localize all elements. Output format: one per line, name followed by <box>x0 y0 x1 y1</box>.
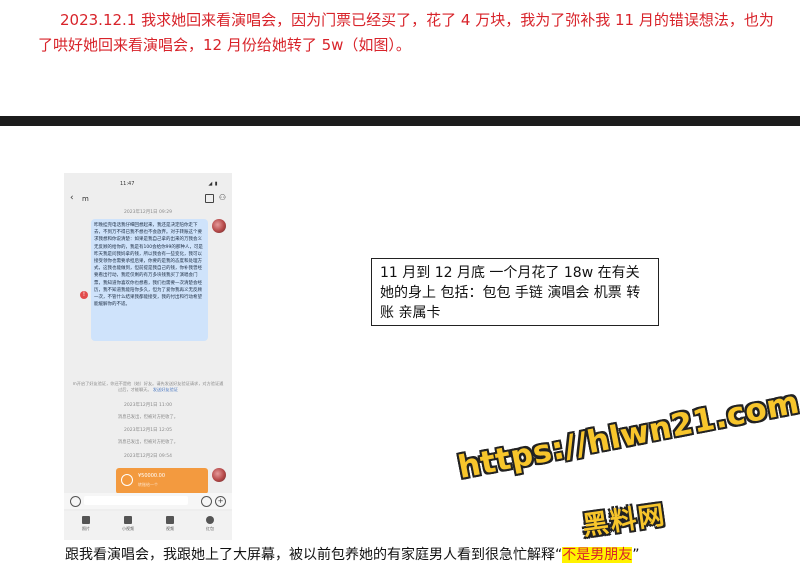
transfer-card[interactable]: ¥50000.00 转账给一个 <box>116 468 208 494</box>
tool-short-video[interactable]: 小视频 <box>116 516 140 532</box>
verify-notice: m开启了好友验证，你还不是他（她）好友。请先发送好友验证请求，对方验证通过后，才… <box>72 381 224 393</box>
sender-avatar[interactable] <box>212 219 226 233</box>
yuan-coin-icon <box>121 474 133 486</box>
video-clip-icon <box>124 516 132 524</box>
emoji-icon[interactable] <box>201 496 212 507</box>
transfer-amount: ¥50000.00 <box>138 473 166 479</box>
timestamp-4: 2023年12月2日 09:54 <box>124 454 172 459</box>
tool-photo[interactable]: 照片 <box>74 516 98 532</box>
message-input[interactable] <box>84 496 188 505</box>
signal-battery-icon: ◢ ▮ <box>208 181 218 187</box>
chat-screenshot: 11:47 ◢ ▮ ‹ m ⚇ 2023年12月1日 09:29 昨晚挂完电话我… <box>64 173 232 540</box>
status-time: 11:47 <box>120 181 135 187</box>
timestamp-3: 2023年12月1日 12:05 <box>124 428 172 433</box>
watermark-url: https://hlwn21.com <box>455 384 800 486</box>
watermark-site-name: 黑料网 <box>580 500 669 542</box>
spending-note-box: 11 月到 12 月底 一个月花了 18w 在有关她的身上 包括：包包 手链 演… <box>371 258 659 326</box>
caption-end-quote: ” <box>632 547 640 563</box>
chat-header: ‹ m ⚇ <box>64 191 232 207</box>
top-paragraph-text: 2023.12.1 我求她回来看演唱会，因为门票已经买了，花了 4 万块，我为了… <box>38 11 774 54</box>
send-verify-link[interactable]: 发送好友验证 <box>153 387 178 392</box>
rejected-notice-2: 消息已发出，但被对方拒收了。 <box>117 440 179 445</box>
tool-video[interactable]: 视频 <box>158 516 182 532</box>
caption-line: 跟我看演唱会，我跟她上了大屏幕，被以前包养她的有家庭男人看到很急忙解释“不是男朋… <box>65 544 640 566</box>
rejected-notice-1: 消息已发出，但被对方拒收了。 <box>117 415 179 420</box>
voice-call-icon[interactable] <box>205 194 214 203</box>
top-paragraph: 2023.12.1 我求她回来看演唱会，因为门票已经买了，花了 4 万块，我为了… <box>38 8 778 58</box>
sent-message-bubble: 昨晚挂完电话我仔细回想起来，我还是决定陪你走下去，不到万不得已我不想也不会放弃。… <box>91 219 208 341</box>
back-arrow-icon[interactable]: ‹ <box>70 193 74 203</box>
voice-input-icon[interactable] <box>70 496 81 507</box>
message-text: 昨晚挂完电话我仔细回想起来，我还是决定陪你走下去，不到万不得已我不想也不会放弃。… <box>94 223 203 308</box>
timestamp-1: 2023年12月1日 09:29 <box>124 210 172 215</box>
transfer-status: 转账给一个 <box>138 482 158 487</box>
tool-red-packet[interactable]: 红包 <box>198 516 222 532</box>
photo-icon <box>82 516 90 524</box>
send-failed-icon[interactable]: ! <box>80 291 88 299</box>
verify-notice-text: m开启了好友验证，你还不是他（她）好友。请先发送好友验证请求，对方验证通过后，才… <box>72 381 224 392</box>
more-plus-icon[interactable]: + <box>215 496 226 507</box>
caption-text: 跟我看演唱会，我跟她上了大屏幕，被以前包养她的有家庭男人看到很急忙解释“ <box>65 547 563 563</box>
tool-short-video-label: 小视频 <box>122 526 134 531</box>
section-divider <box>0 116 800 126</box>
tool-photo-label: 照片 <box>82 526 90 531</box>
profile-icon[interactable]: ⚇ <box>219 193 226 202</box>
red-packet-icon <box>206 516 214 524</box>
timestamp-2: 2023年12月1日 11:00 <box>124 403 172 408</box>
caption-highlight: 不是男朋友 <box>562 547 633 563</box>
tool-red-packet-label: 红包 <box>206 526 214 531</box>
sender-avatar-2[interactable] <box>212 468 226 482</box>
chat-input-bar: + <box>64 493 232 509</box>
contact-name: m <box>82 195 89 203</box>
spending-note-text: 11 月到 12 月底 一个月花了 18w 在有关她的身上 包括：包包 手链 演… <box>380 265 641 321</box>
tool-video-label: 视频 <box>166 526 174 531</box>
phone-status-bar: 11:47 ◢ ▮ <box>64 179 232 189</box>
plus-square-icon <box>166 516 174 524</box>
chat-toolbar: 照片 小视频 视频 红包 <box>64 511 232 540</box>
